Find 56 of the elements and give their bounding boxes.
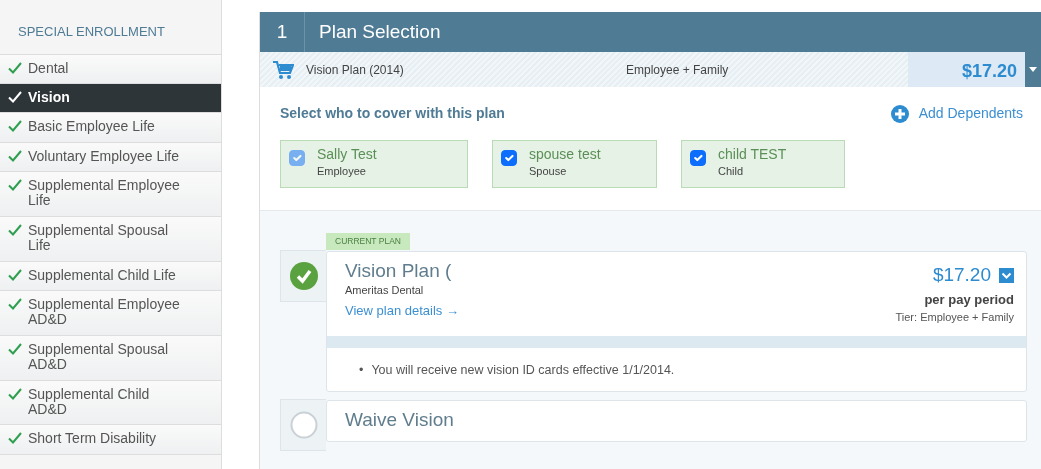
check-icon — [8, 149, 22, 162]
caret-icon — [1029, 67, 1037, 72]
sidebar-item[interactable]: Voluntary Employee Life — [0, 142, 221, 173]
check-icon — [8, 223, 22, 236]
plan-name: Vision Plan ( — [345, 261, 453, 282]
check-icon — [8, 387, 22, 400]
check-icon — [8, 268, 22, 281]
dropdown-button[interactable] — [1025, 52, 1041, 87]
check-icon — [8, 432, 22, 445]
member-role: Spouse — [529, 163, 568, 179]
sidebar-item[interactable]: Short Term Disability — [0, 425, 221, 455]
check-icon — [8, 298, 22, 310]
plan-radio[interactable] — [280, 250, 326, 302]
tier-label: Employee + Family — [626, 61, 729, 79]
plan-radio[interactable] — [280, 399, 326, 451]
checkbox[interactable] — [690, 150, 706, 166]
sidebar-heading: SPECIAL ENROLLMENT — [0, 0, 221, 55]
sidebar-item[interactable]: Supplemental Child Life — [0, 261, 221, 291]
section-title: Plan Selection — [318, 19, 441, 44]
check-icon — [8, 179, 22, 192]
view-details-link[interactable]: View plan details → — [345, 303, 459, 319]
sidebar-item[interactable]: Dental — [0, 54, 221, 84]
member-name: child TEST — [718, 146, 787, 163]
chevron-down-icon — [999, 267, 1014, 283]
sidebar-item[interactable]: Supplemental Employee AD&D — [0, 291, 221, 336]
sidebar-item[interactable]: Supplemental Employee Life — [0, 172, 221, 217]
check-icon — [8, 120, 22, 133]
bullet-mark: • — [359, 361, 364, 379]
sidebar-item[interactable]: Supplemental Spousal AD&D — [0, 335, 221, 381]
check-circle-icon — [289, 262, 318, 290]
check-icon — [8, 90, 22, 103]
plan-carrier: Ameritas Dental — [345, 282, 425, 298]
plus-icon — [890, 104, 909, 123]
check-icon — [8, 342, 22, 355]
pay-period: per pay period — [923, 290, 1014, 309]
cart-plan-name: Vision Plan (2014) — [306, 61, 405, 79]
member-name: spouse test — [529, 146, 601, 163]
plan-name: Waive Vision — [345, 410, 454, 431]
cart-icon — [272, 59, 294, 80]
plan-price: $17.20 — [932, 263, 991, 287]
checkbox[interactable] — [501, 150, 517, 166]
check-icon — [8, 61, 22, 74]
tier-label: Tier: Employee + Family — [895, 310, 1014, 325]
add-dependents-link[interactable]: Add Dependents — [890, 103, 1023, 124]
member-role: Employee — [317, 163, 367, 179]
cart-price: $17.20 — [908, 52, 1025, 87]
member-role: Child — [718, 163, 745, 179]
sidebar-item[interactable]: Supplemental Spousal Life — [0, 216, 221, 262]
current-plan-tag: CURRENT PLAN — [326, 233, 410, 250]
sidebar-item[interactable]: Basic Employee Life — [0, 113, 221, 143]
empty-circle-icon — [289, 411, 318, 439]
sidebar-item[interactable]: Vision — [0, 83, 221, 114]
member-name: Sally Test — [317, 146, 377, 163]
plan-note: You will receive new vision ID cards effective 1/1/2014. — [371, 361, 675, 379]
coverage-heading: Select who to cover with this plan — [280, 104, 505, 123]
sidebar-item[interactable]: Supplemental Child AD&D — [0, 380, 221, 426]
